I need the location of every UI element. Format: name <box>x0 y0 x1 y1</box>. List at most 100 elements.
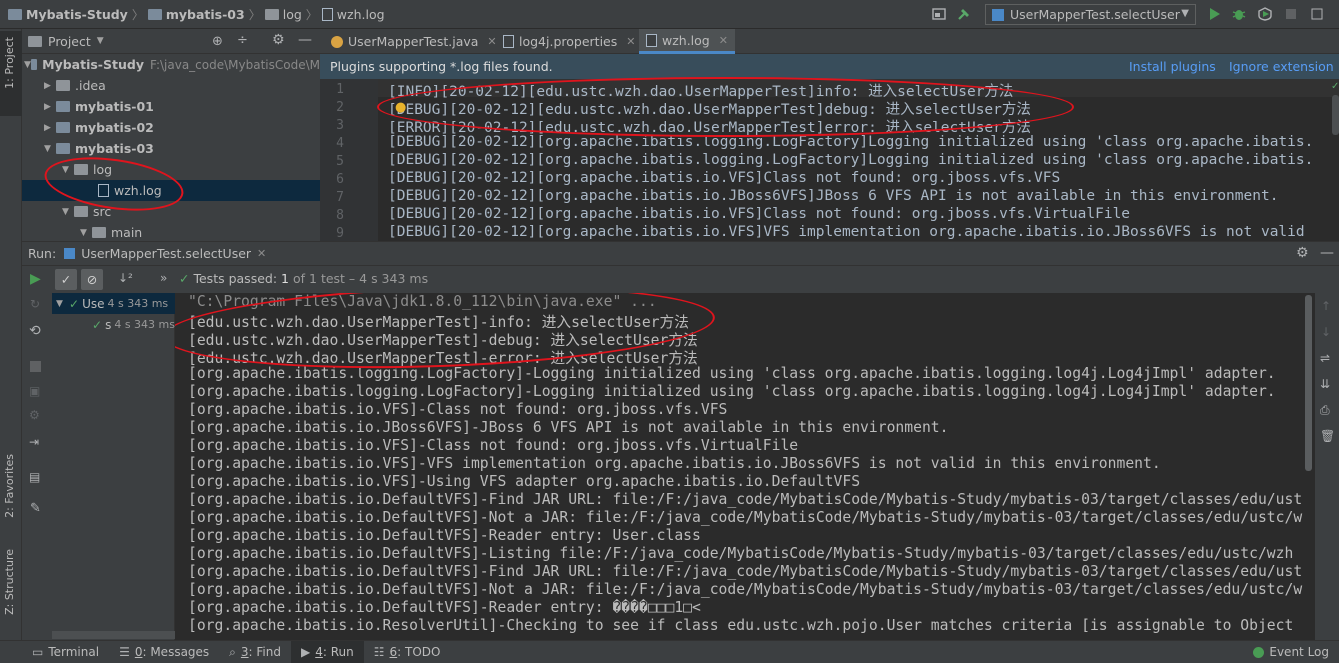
console-line[interactable]: "C:\Program Files\Java\jdk1.8.0_112\bin\… <box>188 293 657 310</box>
console-line[interactable]: [org.apache.ibatis.io.DefaultVFS]-Reader… <box>188 527 701 544</box>
test-case-row[interactable]: ✓ s 4 s 343 ms <box>52 314 175 335</box>
hide-icon[interactable]: — <box>298 32 312 48</box>
expand-arrow-icon[interactable]: ▼ <box>62 207 74 217</box>
tab-usermappertest[interactable]: UserMapperTest.java ✕ <box>324 29 504 54</box>
print-icon[interactable]: ⎙ <box>1320 403 1330 418</box>
tree-scrollbar[interactable] <box>52 631 175 639</box>
console-line[interactable]: [org.apache.ibatis.io.DefaultVFS]-Reader… <box>188 599 701 616</box>
code-line[interactable]: [DEBUG][20-02-12][org.apache.ibatis.io.V… <box>388 206 1130 222</box>
console-line[interactable]: [org.apache.ibatis.io.DefaultVFS]-Find J… <box>188 563 1302 580</box>
tree-item-log[interactable]: ▼ log <box>22 159 320 180</box>
tree-item-mybatis-01[interactable]: ▶ mybatis-01 <box>22 96 320 117</box>
code-line[interactable]: [DEBUG][20-02-12][org.apache.ibatis.io.J… <box>388 188 1278 204</box>
console-line[interactable]: [org.apache.ibatis.io.VFS]-Using VFS ada… <box>188 473 860 490</box>
console-line[interactable]: [org.apache.ibatis.logging.LogFactory]-L… <box>188 383 1276 400</box>
coverage-icon[interactable] <box>1258 7 1272 21</box>
tab-wzh-log[interactable]: wzh.log ✕ <box>639 29 735 54</box>
pin-icon[interactable]: ✎ <box>30 501 41 516</box>
gear-icon[interactable]: ⚙ <box>272 32 285 48</box>
tool-tab-run[interactable]: ▶ 4: Run <box>291 640 364 663</box>
console-line[interactable]: [org.apache.ibatis.io.VFS]-Class not fou… <box>188 437 798 454</box>
show-ignored-toggle-icon[interactable]: ⊘ <box>81 269 103 290</box>
settings-icon[interactable]: ⚙ <box>29 408 40 422</box>
hide-icon[interactable]: — <box>1320 245 1334 261</box>
test-suite-row[interactable]: ▼ ✓ Use 4 s 343 ms <box>52 293 175 314</box>
expand-arrow-icon[interactable]: ▼ <box>62 165 74 175</box>
tree-item-main[interactable]: ▼ main <box>22 222 320 241</box>
close-icon[interactable]: ✕ <box>257 247 266 260</box>
console-line[interactable]: [org.apache.ibatis.logging.LogFactory]-L… <box>188 365 1276 382</box>
expand-arrow-icon[interactable]: ▶ <box>44 123 56 133</box>
tool-tab-structure[interactable]: Z: Structure <box>3 549 16 615</box>
code-line[interactable]: [DEBUG][20-02-12][org.apache.ibatis.io.V… <box>388 170 1060 186</box>
camera-icon[interactable]: ▣ <box>29 384 40 398</box>
stop-icon[interactable] <box>1284 7 1298 21</box>
breadcrumb-item-file[interactable]: wzh.log <box>337 7 385 22</box>
exit-icon[interactable]: ⇥ <box>29 435 39 449</box>
more-icon[interactable] <box>1310 7 1324 21</box>
arrow-down-icon[interactable]: ↓ <box>1321 325 1331 339</box>
expand-arrow-icon[interactable]: ▶ <box>44 81 56 91</box>
show-passed-toggle-icon[interactable]: ✓ <box>55 269 77 290</box>
expand-arrow-icon[interactable]: ▼ <box>56 299 66 309</box>
layout-icon[interactable]: ▤ <box>29 470 40 484</box>
arrow-up-icon[interactable]: ↑ <box>1321 299 1331 313</box>
stop-icon[interactable] <box>30 361 41 372</box>
tool-tab-terminal[interactable]: ▭ Terminal <box>22 641 109 663</box>
tool-tab-favorites[interactable]: 2: Favorites <box>3 454 16 518</box>
rerun-icon[interactable]: ▶ <box>30 271 41 287</box>
console-line[interactable]: [org.apache.ibatis.io.VFS]-VFS implement… <box>188 455 1161 472</box>
sort-icon[interactable]: ↓² <box>118 271 133 285</box>
install-plugins-link[interactable]: Install plugins <box>1129 59 1216 74</box>
locate-icon[interactable]: ⊕ <box>212 34 223 49</box>
close-icon[interactable]: ✕ <box>626 35 635 48</box>
expand-arrow-icon[interactable]: ▼ <box>80 228 92 238</box>
tool-tab-messages[interactable]: ☰ 0: Messages <box>109 641 219 663</box>
editor-scrollbar[interactable] <box>1332 95 1339 135</box>
breadcrumb-item-module[interactable]: mybatis-03 <box>166 7 245 22</box>
tool-tab-event-log[interactable]: Event Log <box>1243 641 1339 663</box>
console-line[interactable]: [org.apache.ibatis.io.JBoss6VFS]-JBoss 6… <box>188 419 948 436</box>
code-line[interactable]: [DEBUG][20-02-12][org.apache.ibatis.logg… <box>388 134 1313 150</box>
intention-bulb-icon[interactable]: ● <box>395 100 406 115</box>
tool-tab-todo[interactable]: ☷ 6: TODO <box>364 641 451 663</box>
close-icon[interactable]: ✕ <box>719 34 728 47</box>
tree-item-mybatis-02[interactable]: ▶ mybatis-02 <box>22 117 320 138</box>
code-line[interactable]: [DEBUG][20-02-12][org.apache.ibatis.io.V… <box>388 224 1305 240</box>
expand-arrow-icon[interactable]: ▼ <box>24 60 31 70</box>
more-actions-icon[interactable]: » <box>160 271 167 285</box>
console-line[interactable]: [org.apache.ibatis.io.ResolverUtil]-Chec… <box>188 617 1293 634</box>
console-line[interactable]: [org.apache.ibatis.io.VFS]-Class not fou… <box>188 401 727 418</box>
trash-icon[interactable]: 🗑 <box>1320 429 1335 443</box>
collapse-all-icon[interactable]: ÷ <box>237 33 248 48</box>
rerun-failed-icon[interactable]: ↻ <box>30 297 40 311</box>
console-line[interactable]: [org.apache.ibatis.io.DefaultVFS]-Not a … <box>188 581 1302 598</box>
tree-item-mybatis-03[interactable]: ▼ mybatis-03 <box>22 138 320 159</box>
code-line[interactable]: [DEBUG][20-02-12][org.apache.ibatis.logg… <box>388 152 1313 168</box>
tree-item-src[interactable]: ▼ src <box>22 201 320 222</box>
layout-icon[interactable] <box>932 7 946 21</box>
tool-tab-find[interactable]: ⌕ 3: Find <box>219 641 291 663</box>
tree-item-project-root[interactable]: ▼ Mybatis-Study F:\java_code\MybatisCode… <box>22 54 320 75</box>
run-icon[interactable] <box>1207 7 1221 21</box>
console-scrollbar[interactable] <box>1305 295 1312 471</box>
console-line[interactable]: [org.apache.ibatis.io.DefaultVFS]-Not a … <box>188 509 1302 526</box>
console-line[interactable]: [org.apache.ibatis.io.DefaultVFS]-Listin… <box>188 545 1293 562</box>
console-line[interactable]: [org.apache.ibatis.io.DefaultVFS]-Find J… <box>188 491 1302 508</box>
chevron-down-icon[interactable]: ▼ <box>97 36 104 46</box>
expand-arrow-icon[interactable]: ▼ <box>44 144 56 154</box>
run-configuration-select[interactable]: UserMapperTest.selectUser ▼ <box>985 4 1196 25</box>
tree-item-idea[interactable]: ▶ .idea <box>22 75 320 96</box>
run-config-tab[interactable]: UserMapperTest.selectUser ✕ <box>64 246 266 261</box>
scroll-to-end-icon[interactable]: ⇊ <box>1320 377 1330 391</box>
tree-item-wzh-log[interactable]: wzh.log <box>22 180 320 201</box>
gear-icon[interactable]: ⚙ <box>1296 245 1309 261</box>
debug-icon[interactable] <box>1232 7 1246 21</box>
tab-log4j-properties[interactable]: log4j.properties ✕ <box>496 29 642 54</box>
breadcrumb-item-project[interactable]: Mybatis-Study <box>26 7 128 22</box>
expand-arrow-icon[interactable]: ▶ <box>44 102 56 112</box>
tool-tab-project[interactable]: 1: Project <box>3 37 16 89</box>
ignore-extension-link[interactable]: Ignore extension <box>1229 59 1334 74</box>
project-panel-title[interactable]: Project <box>48 34 91 49</box>
breadcrumb-item-folder[interactable]: log <box>283 7 302 22</box>
